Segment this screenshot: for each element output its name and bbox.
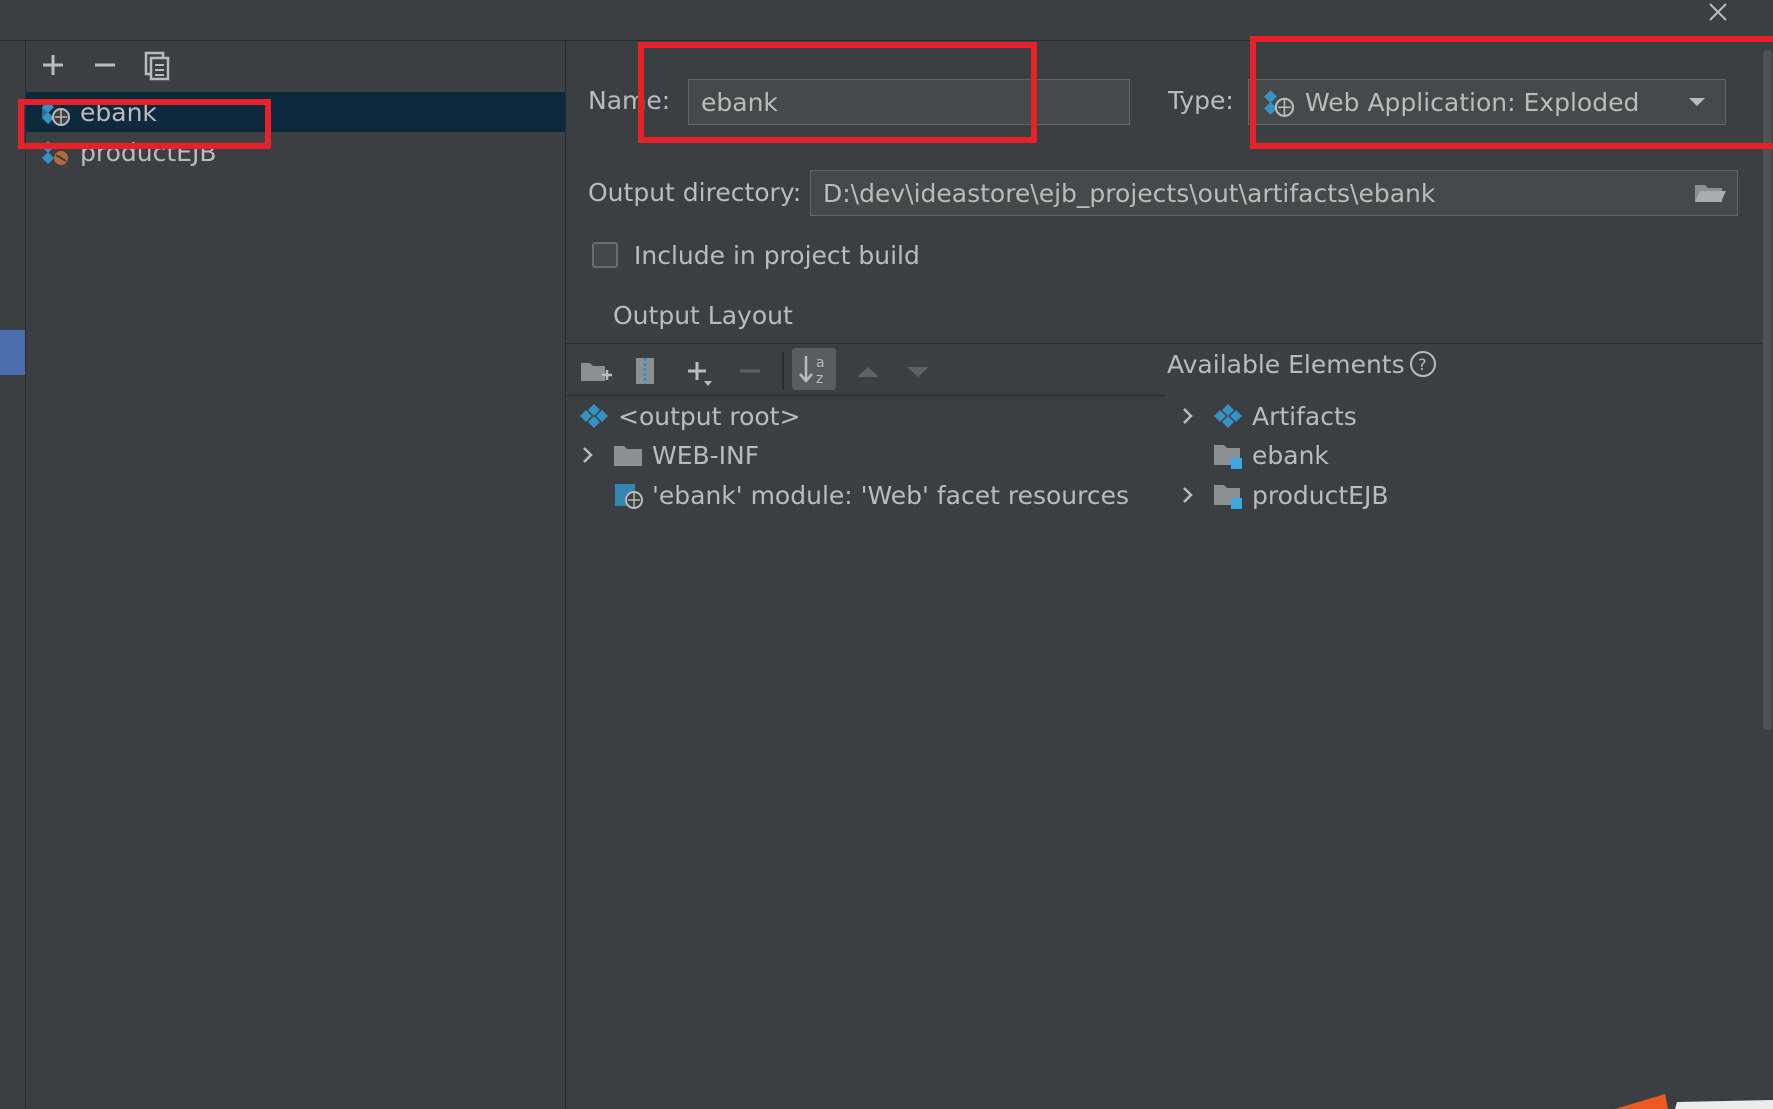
scrollbar-thumb[interactable]	[1763, 50, 1772, 730]
browse-folder-button[interactable]	[1692, 178, 1728, 208]
move-up-button[interactable]	[850, 355, 886, 387]
include-in-build-label[interactable]: Include in project build	[634, 241, 920, 270]
artifacts-list-pane	[26, 41, 566, 1109]
remove-artifact-button[interactable]	[86, 47, 124, 83]
archive-icon	[636, 358, 654, 384]
artifact-item-ebank[interactable]: ebank	[38, 92, 157, 132]
artifact-item-label: productEJB	[80, 137, 217, 167]
available-tree-item-productejb[interactable]: productEJB	[1178, 475, 1388, 515]
copy-artifact-button[interactable]	[138, 47, 176, 83]
artifact-root-icon	[580, 404, 608, 428]
module-folder-icon	[1214, 485, 1242, 509]
move-down-button[interactable]	[900, 355, 936, 387]
ejb-exploded-artifact-icon	[42, 141, 68, 165]
sort-elements-toggle[interactable]: a z	[792, 348, 836, 390]
create-directory-button[interactable]	[578, 355, 614, 387]
close-button[interactable]	[1702, 0, 1734, 28]
plus-icon	[43, 55, 63, 75]
layout-tree-item-output-root[interactable]: <output root>	[578, 396, 800, 436]
output-layout-title: Output Layout	[613, 301, 793, 330]
dialog-title-bar	[0, 0, 1773, 41]
copy-icon	[144, 51, 170, 81]
layout-tree-item-web-facet[interactable]: 'ebank' module: 'Web' facet resources	[612, 475, 1129, 515]
add-artifact-button[interactable]	[34, 47, 72, 83]
available-tree-label: productEJB	[1252, 480, 1389, 510]
available-tree-label: ebank	[1252, 440, 1329, 470]
layout-tree-label: WEB-INF	[652, 440, 760, 470]
section-divider	[566, 343, 1773, 344]
type-label: Type:	[1168, 86, 1234, 115]
module-folder-icon	[1214, 445, 1242, 469]
toolbar-separator	[782, 352, 784, 390]
arrow-down-icon	[907, 367, 929, 377]
output-directory-input[interactable]	[810, 170, 1738, 216]
add-copy-button[interactable]	[682, 355, 718, 387]
artifacts-icon	[1214, 404, 1242, 428]
left-strip	[0, 41, 26, 1109]
left-strip-selection-marker	[0, 330, 25, 375]
artifact-item-label: ebank	[80, 97, 157, 127]
available-elements-header: Available Elements ?	[1167, 348, 1439, 380]
available-tree-label: Artifacts	[1252, 401, 1357, 431]
web-exploded-artifact-icon	[42, 101, 70, 126]
close-icon	[1709, 3, 1727, 21]
layout-tree-label: <output root>	[618, 401, 801, 431]
web-exploded-artifact-icon	[1264, 90, 1295, 117]
minus-icon	[740, 369, 760, 373]
chevron-right-icon[interactable]	[1178, 481, 1198, 509]
available-tree-item-ebank[interactable]: ebank	[1212, 435, 1329, 475]
arrow-up-icon	[857, 367, 879, 377]
name-input[interactable]	[688, 79, 1130, 125]
folder-open-icon	[1695, 185, 1726, 202]
create-archive-button[interactable]	[628, 355, 664, 387]
artifact-item-productejb[interactable]: productEJB	[38, 132, 216, 172]
web-facet-icon	[615, 484, 643, 509]
chevron-down-icon	[1689, 98, 1705, 106]
add-folder-icon	[581, 363, 612, 381]
help-icon[interactable]: ?	[1407, 348, 1439, 380]
plus-dropdown-icon	[688, 362, 712, 386]
layout-tree-item-web-inf[interactable]: WEB-INF	[578, 435, 759, 475]
type-select-value: Web Application: Exploded	[1305, 87, 1640, 117]
svg-text:z: z	[816, 371, 823, 387]
minus-icon	[95, 63, 115, 67]
name-label: Name:	[588, 86, 671, 115]
type-select[interactable]: Web Application: Exploded	[1248, 79, 1726, 125]
layout-tree-label: 'ebank' module: 'Web' facet resources	[652, 480, 1129, 510]
available-elements-title: Available Elements	[1167, 349, 1405, 379]
chevron-right-icon[interactable]	[1178, 402, 1198, 430]
available-tree-item-artifacts[interactable]: Artifacts	[1178, 396, 1357, 436]
remove-element-button[interactable]	[732, 355, 768, 387]
sort-alphabetically-icon: a z	[799, 355, 825, 387]
svg-text:?: ?	[1418, 355, 1427, 374]
orange-corner-decoration	[1615, 1094, 1773, 1109]
svg-text:a: a	[816, 355, 825, 371]
folder-icon	[614, 446, 642, 466]
include-in-build-checkbox[interactable]	[592, 242, 618, 268]
chevron-right-icon[interactable]	[578, 441, 598, 469]
output-directory-label: Output directory:	[588, 178, 802, 207]
